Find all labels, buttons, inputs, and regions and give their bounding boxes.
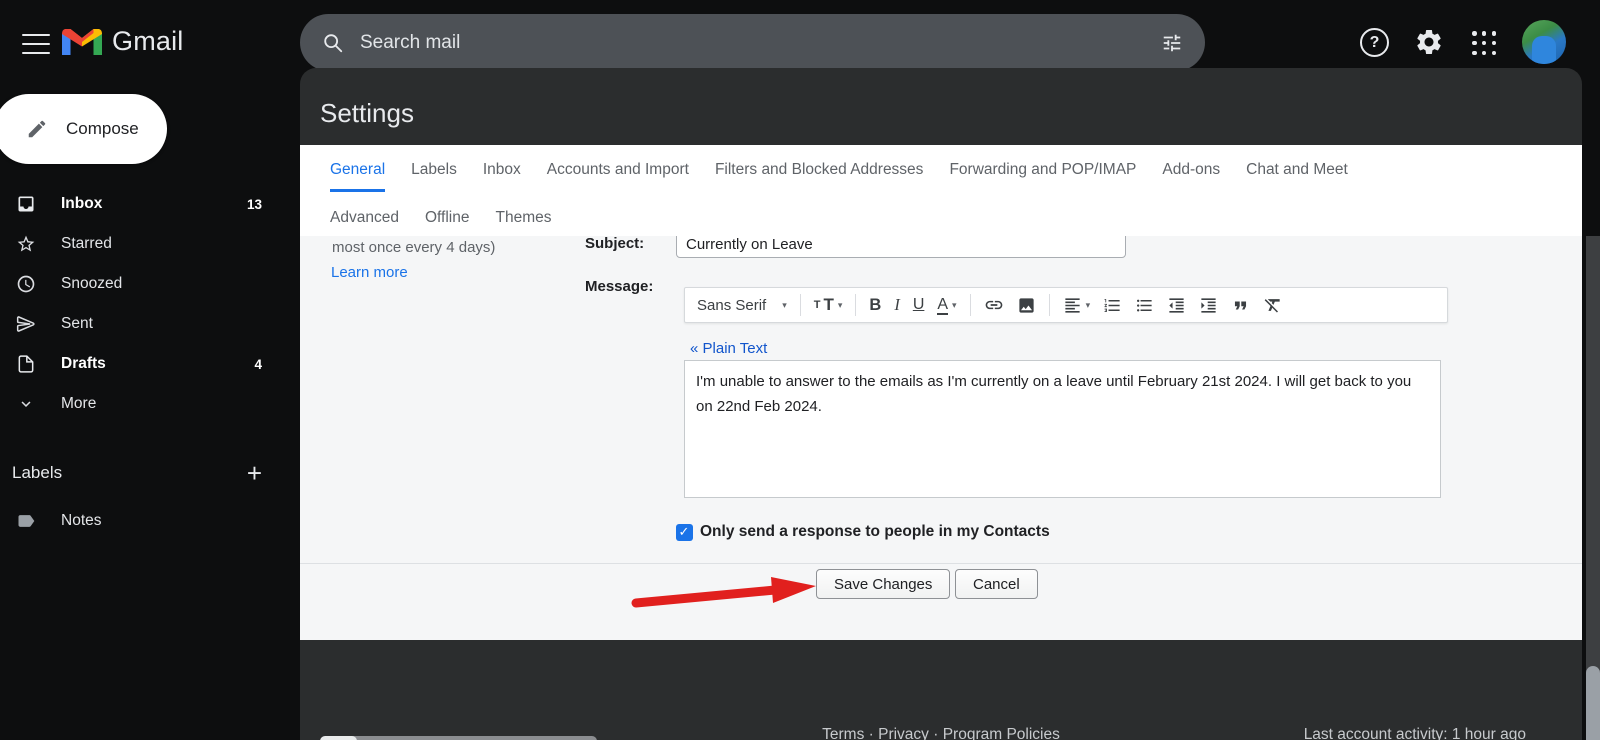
bulleted-list-icon[interactable] xyxy=(1135,296,1154,315)
search-bar[interactable] xyxy=(300,14,1205,71)
star-icon xyxy=(15,234,37,254)
toolbar-divider xyxy=(1049,294,1050,316)
toolbar-divider xyxy=(855,294,856,316)
help-icon[interactable] xyxy=(1360,28,1389,57)
font-family-dropdown[interactable]: Sans Serif ▾ xyxy=(697,297,787,314)
bold-button[interactable]: B xyxy=(869,296,881,315)
send-icon xyxy=(15,314,37,334)
buttons-divider xyxy=(300,563,1582,564)
settings-gear-icon[interactable] xyxy=(1414,27,1444,57)
account-avatar[interactable] xyxy=(1522,20,1566,64)
inbox-count: 13 xyxy=(247,197,262,212)
cancel-button[interactable]: Cancel xyxy=(955,569,1038,599)
settings-footer: 1.93 GB of 15 GB used Terms · Privacy · … xyxy=(300,640,1582,740)
text-color-dropdown[interactable]: A ▾ xyxy=(937,296,956,315)
gmail-m-icon xyxy=(62,27,102,57)
chevron-down-icon xyxy=(15,395,37,413)
tab-add-ons[interactable]: Add-ons xyxy=(1162,161,1220,192)
gmail-wordmark: Gmail xyxy=(112,26,184,57)
align-dropdown[interactable]: ▾ xyxy=(1063,296,1091,315)
tab-chat-and-meet[interactable]: Chat and Meet xyxy=(1246,161,1348,192)
indent-increase-icon[interactable] xyxy=(1199,296,1218,315)
sidebar-item-inbox[interactable]: Inbox 13 xyxy=(0,184,292,224)
tab-general[interactable]: General xyxy=(330,161,385,192)
gmail-logo[interactable]: Gmail xyxy=(62,26,184,57)
numbered-list-icon[interactable] xyxy=(1103,296,1122,315)
message-label: Message: xyxy=(585,278,653,295)
sidebar-item-notes-label[interactable]: Notes xyxy=(0,501,292,541)
insert-image-icon[interactable] xyxy=(1017,296,1036,315)
plain-text-link[interactable]: « Plain Text xyxy=(690,340,767,357)
search-options-icon[interactable] xyxy=(1161,32,1183,54)
labels-header: Labels + xyxy=(0,456,292,490)
clock-icon xyxy=(15,274,37,294)
pencil-icon xyxy=(26,118,48,140)
sidebar-item-starred[interactable]: Starred xyxy=(0,224,292,264)
contacts-only-label: Only send a response to people in my Con… xyxy=(700,523,1050,541)
search-input[interactable] xyxy=(360,32,1161,54)
caret-down-icon: ▾ xyxy=(782,300,787,311)
red-arrow-annotation xyxy=(630,573,820,609)
sidebar-item-sent[interactable]: Sent xyxy=(0,304,292,344)
quote-icon[interactable] xyxy=(1231,296,1250,315)
tab-inbox[interactable]: Inbox xyxy=(483,161,521,192)
responder-note: most once every 4 days) xyxy=(332,239,495,256)
label-tag-icon xyxy=(15,511,37,531)
labels-title: Labels xyxy=(12,463,62,483)
sidebar-item-more[interactable]: More xyxy=(0,384,292,424)
page-title: Settings xyxy=(320,98,414,129)
create-label-button[interactable]: + xyxy=(247,463,262,483)
vacation-responder-section: most once every 4 days) Learn more Subje… xyxy=(300,236,1582,640)
sidebar-item-snoozed[interactable]: Snoozed xyxy=(0,264,292,304)
caret-down-icon: ▾ xyxy=(1086,300,1091,311)
tab-advanced[interactable]: Advanced xyxy=(330,209,399,237)
sidebar-labels: Notes xyxy=(0,501,292,541)
tab-forwarding-and-pop-imap[interactable]: Forwarding and POP/IMAP xyxy=(949,161,1136,192)
toolbar-divider xyxy=(970,294,971,316)
toolbar-divider xyxy=(800,294,801,316)
contacts-only-checkbox[interactable] xyxy=(676,524,693,541)
text-size-dropdown[interactable]: TT ▾ xyxy=(814,295,843,315)
contacts-only-row: Only send a response to people in my Con… xyxy=(676,523,1050,541)
sidebar-item-drafts[interactable]: Drafts 4 xyxy=(0,344,292,384)
subject-input[interactable] xyxy=(676,236,1126,258)
settings-tabs-card: General Labels Inbox Accounts and Import… xyxy=(300,145,1582,236)
settings-tabs-row2: Advanced Offline Themes xyxy=(330,209,551,237)
tab-offline[interactable]: Offline xyxy=(425,209,470,237)
scrollbar-track[interactable] xyxy=(1586,236,1600,740)
tab-labels[interactable]: Labels xyxy=(411,161,457,192)
settings-tabs-row1: General Labels Inbox Accounts and Import… xyxy=(330,161,1348,192)
caret-down-icon: ▾ xyxy=(952,300,957,311)
message-textarea[interactable]: I'm unable to answer to the emails as I'… xyxy=(684,360,1441,498)
formatting-toolbar: Sans Serif ▾ TT ▾ B I U A ▾ ▾ xyxy=(684,287,1448,323)
italic-button[interactable]: I xyxy=(894,295,900,315)
underline-button[interactable]: U xyxy=(913,296,925,314)
last-account-activity: Last account activity: 1 hour ago xyxy=(1304,726,1526,740)
main-menu-icon[interactable] xyxy=(14,30,58,58)
compose-label: Compose xyxy=(66,119,139,139)
drafts-count: 4 xyxy=(254,357,262,372)
draft-icon xyxy=(15,354,37,374)
remove-formatting-icon[interactable] xyxy=(1263,295,1283,315)
insert-link-icon[interactable] xyxy=(984,295,1004,315)
indent-decrease-icon[interactable] xyxy=(1167,296,1186,315)
settings-pane: Settings General Labels Inbox Accounts a… xyxy=(300,68,1582,740)
compose-button[interactable]: Compose xyxy=(0,94,167,164)
sidebar-nav: Inbox 13 Starred Snoozed Sent Drafts 4 M… xyxy=(0,184,292,424)
caret-down-icon: ▾ xyxy=(838,300,843,311)
learn-more-link[interactable]: Learn more xyxy=(331,264,408,281)
inbox-icon xyxy=(15,194,37,214)
tab-accounts-and-import[interactable]: Accounts and Import xyxy=(547,161,689,192)
subject-label: Subject: xyxy=(585,236,644,252)
tab-filters-and-blocked-addresses[interactable]: Filters and Blocked Addresses xyxy=(715,161,924,192)
google-apps-icon[interactable] xyxy=(1472,31,1497,56)
scrollbar-thumb[interactable] xyxy=(1586,666,1600,740)
save-changes-button[interactable]: Save Changes xyxy=(816,569,950,599)
search-icon[interactable] xyxy=(322,32,344,54)
tab-themes[interactable]: Themes xyxy=(495,209,551,237)
